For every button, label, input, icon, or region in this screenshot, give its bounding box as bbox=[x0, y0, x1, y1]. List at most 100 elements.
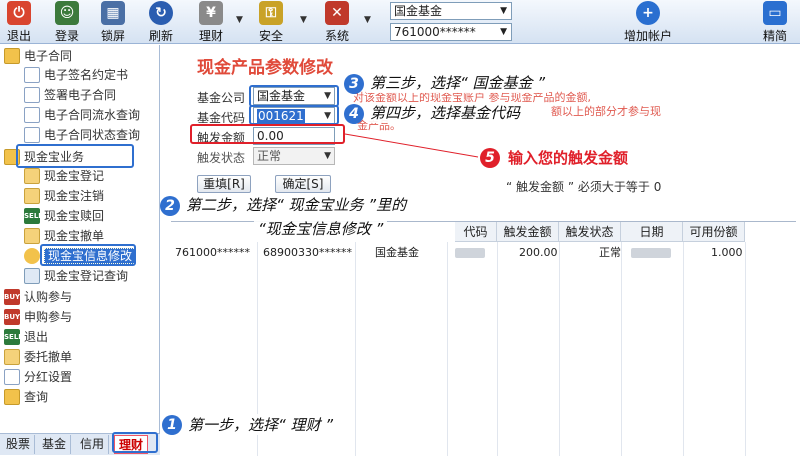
bottom-tab-bar: 股票 基金 信用 理财 bbox=[0, 433, 160, 455]
tab-stock[interactable]: 股票 bbox=[2, 435, 36, 454]
tree-item-label: 电子合同状态查询 bbox=[44, 128, 141, 142]
sell-icon: SELL bbox=[24, 207, 43, 224]
cell-code-redacted bbox=[455, 244, 485, 262]
key-icon bbox=[24, 247, 40, 264]
power-icon: ⏻ bbox=[7, 1, 31, 25]
page-title: 现金产品参数修改 bbox=[197, 58, 333, 78]
tree-item-label: 电子合同流水查询 bbox=[44, 108, 141, 122]
tree-item-purchase[interactable]: BUY 申购参与 bbox=[4, 308, 72, 326]
account-number-value: 761000****** bbox=[394, 25, 476, 39]
trigger-amount-label: 触发金额 bbox=[197, 131, 246, 145]
tree-item-dividend-setting[interactable]: 分红设置 bbox=[4, 368, 72, 386]
column-divider bbox=[447, 242, 448, 456]
chevron-down-icon: ▼ bbox=[500, 6, 507, 16]
login-button[interactable]: ☺ 登录 bbox=[52, 1, 82, 43]
tree-item-cash-info-modify[interactable]: 现金宝信息修改 bbox=[24, 247, 137, 265]
hand-icon bbox=[24, 227, 40, 244]
refresh-icon: ↻ bbox=[149, 1, 173, 25]
tree-item-label: 查询 bbox=[24, 390, 49, 404]
finance-dropdown-icon[interactable]: ▼ bbox=[236, 15, 243, 25]
tree-item-contract-status-query[interactable]: 电子合同状态查询 bbox=[24, 126, 140, 144]
buy-icon: BUY bbox=[4, 288, 20, 305]
tree-item-cash-withdraw[interactable]: 现金宝撤单 bbox=[24, 227, 104, 245]
company-select[interactable]: 国金基金 ▼ bbox=[253, 87, 335, 105]
column-header-date[interactable]: 日期 bbox=[621, 222, 683, 242]
simple-mode-button[interactable]: ▭ 精简 bbox=[760, 1, 790, 43]
lock-screen-button[interactable]: ▦ 锁屏 bbox=[98, 1, 128, 43]
system-dropdown-icon[interactable]: ▼ bbox=[364, 15, 371, 25]
cell-status: 正常 bbox=[599, 246, 621, 259]
trigger-amount-input[interactable]: 0.00 bbox=[253, 127, 335, 145]
tree-item-cash-redeem[interactable]: SELL现金宝赎回 bbox=[24, 207, 104, 225]
refresh-button[interactable]: ↻ 刷新 bbox=[146, 1, 176, 43]
tab-credit[interactable]: 信用 bbox=[76, 435, 110, 454]
tree-item-exit[interactable]: SELL退出 bbox=[4, 328, 48, 346]
tree-item-label: 签署电子合同 bbox=[44, 88, 117, 102]
exit-button[interactable]: ⏻ 退出 bbox=[4, 1, 34, 43]
chevron-down-icon: ▼ bbox=[324, 91, 331, 101]
tree-item-label-selected: 现金宝信息修改 bbox=[44, 248, 137, 264]
step-4-text: 第四步，选择基金代码 bbox=[366, 102, 525, 123]
tree-item-contract-flow-query[interactable]: 电子合同流水查询 bbox=[24, 106, 140, 124]
tree-item-cash-register-query[interactable]: 现金宝登记查询 bbox=[24, 267, 128, 285]
building-lock-icon: ▦ bbox=[101, 1, 125, 25]
reset-button[interactable]: 重填[R] bbox=[197, 175, 251, 193]
document-icon bbox=[4, 368, 20, 385]
account-number-select[interactable]: 761000****** ▼ bbox=[390, 23, 512, 41]
folder-icon bbox=[4, 148, 20, 165]
tree-item-subscribe[interactable]: BUY 认购参与 bbox=[4, 288, 72, 306]
redacted-block bbox=[631, 248, 671, 258]
security-dropdown-icon[interactable]: ▼ bbox=[300, 15, 307, 25]
tree-item-label: 现金宝撤单 bbox=[44, 229, 105, 243]
chevron-down-icon: ▼ bbox=[324, 151, 331, 161]
account-type-select[interactable]: 国金基金 ▼ bbox=[390, 2, 512, 20]
trigger-status-select[interactable]: 正常 ▼ bbox=[253, 147, 335, 165]
folder-icon bbox=[4, 47, 20, 64]
column-divider bbox=[559, 242, 560, 456]
column-divider bbox=[745, 242, 746, 456]
cell-company: 国金基金 bbox=[375, 246, 419, 259]
step-2-text-2: “现金宝信息修改 ” bbox=[254, 218, 388, 239]
fund-code-select[interactable]: 001621 ▼ bbox=[253, 107, 335, 125]
tab-finance[interactable]: 理财 bbox=[114, 435, 149, 454]
finance-button[interactable]: ¥ 理财 bbox=[196, 1, 226, 43]
system-button[interactable]: ✕ 系统 bbox=[322, 1, 352, 43]
column-header-available-shares[interactable]: 可用份额 bbox=[683, 222, 745, 242]
security-button[interactable]: ⚿ 安全 bbox=[256, 1, 286, 43]
tree-item-order-cancel[interactable]: 委托撤单 bbox=[4, 348, 72, 366]
document-icon bbox=[24, 86, 40, 103]
confirm-button[interactable]: 确定[S] bbox=[275, 175, 331, 193]
company-value: 国金基金 bbox=[257, 89, 306, 103]
tree-group-contract[interactable]: 电子合同 bbox=[4, 47, 72, 65]
tree-item-label: 分红设置 bbox=[24, 370, 73, 384]
finance-icon: ¥ bbox=[199, 1, 223, 25]
finance-label: 理财 bbox=[198, 29, 223, 43]
tree-group-label: 电子合同 bbox=[24, 49, 73, 63]
tree-group-cash-treasure[interactable]: 现金宝业务 bbox=[4, 148, 84, 166]
tree-group-query[interactable]: 查询 bbox=[4, 388, 48, 406]
column-header-trigger-amount[interactable]: 触发金额 bbox=[497, 222, 559, 242]
company-label: 基金公司 bbox=[197, 91, 246, 105]
tree-item-e-sign-agreement[interactable]: 电子签名约定书 bbox=[24, 66, 128, 84]
tree-item-label: 现金宝注销 bbox=[44, 189, 105, 203]
fund-code-label: 基金代码 bbox=[197, 111, 246, 125]
tree-item-label: 现金宝登记 bbox=[44, 169, 105, 183]
cell-available: 1.000 bbox=[711, 246, 743, 259]
tree-item-label: 现金宝赎回 bbox=[44, 209, 105, 223]
column-header-trigger-status[interactable]: 触发状态 bbox=[559, 222, 621, 242]
redacted-block bbox=[455, 248, 485, 258]
add-account-button[interactable]: + 增加帐户 bbox=[620, 1, 676, 43]
exit-label: 退出 bbox=[6, 29, 31, 43]
sell-icon: SELL bbox=[4, 328, 23, 345]
cell-amount: 200.00 bbox=[519, 246, 558, 259]
step-5-text: 输入您的触发金额 bbox=[504, 147, 633, 168]
key-icon: ⚿ bbox=[259, 1, 283, 25]
monitor-icon: ▭ bbox=[763, 1, 787, 25]
tree-item-cash-cancel[interactable]: 现金宝注销 bbox=[24, 187, 104, 205]
tab-fund[interactable]: 基金 bbox=[38, 435, 72, 454]
column-header-code[interactable]: 代码 bbox=[455, 222, 497, 242]
tree-item-cash-register[interactable]: 现金宝登记 bbox=[24, 167, 104, 185]
tools-icon: ✕ bbox=[325, 1, 349, 25]
tree-item-sign-contract[interactable]: 签署电子合同 bbox=[24, 86, 116, 104]
column-divider bbox=[497, 242, 498, 456]
